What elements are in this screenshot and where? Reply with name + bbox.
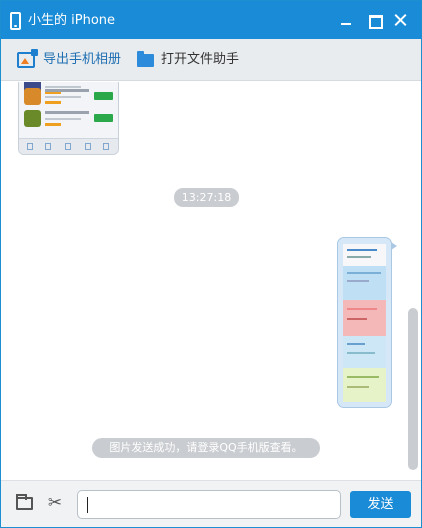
- thumbnail-browser-bar: [19, 138, 118, 154]
- toolbar: 导出手机相册 打开文件助手: [1, 39, 421, 81]
- close-icon[interactable]: [391, 10, 411, 30]
- chat-scrollbar[interactable]: [408, 308, 418, 470]
- thumbnail-app-row: [24, 109, 113, 130]
- send-success-notice: 图片发送成功，请登录QQ手机版查看。: [92, 438, 320, 458]
- folder-icon[interactable]: [16, 494, 33, 510]
- chat-window: 小生的 iPhone 导出手机相册 打开文件助手 13:27:18 图片发送成功…: [0, 0, 422, 528]
- minimize-icon[interactable]: [337, 10, 357, 30]
- sent-image-bubble[interactable]: [337, 237, 397, 408]
- input-bar: ✂ 发送: [1, 480, 421, 527]
- window-title: 小生的 iPhone: [28, 13, 116, 28]
- export-album-button[interactable]: 导出手机相册: [17, 49, 121, 71]
- export-photo-icon: [17, 49, 38, 68]
- message-input-box[interactable]: [77, 490, 341, 519]
- maximize-icon[interactable]: [365, 10, 385, 30]
- thumbnail-app-row: [24, 87, 113, 108]
- title-bar[interactable]: 小生的 iPhone: [1, 1, 421, 39]
- open-file-assistant-label: 打开文件助手: [161, 52, 240, 67]
- chat-area[interactable]: 13:27:18 图片发送成功，请登录QQ手机版查看。: [1, 82, 421, 480]
- phone-icon: [10, 12, 21, 30]
- received-image-thumbnail[interactable]: [18, 82, 119, 155]
- open-file-assistant-button[interactable]: 打开文件助手: [137, 49, 239, 71]
- export-album-label: 导出手机相册: [43, 52, 122, 67]
- message-input[interactable]: [78, 491, 340, 518]
- scissors-icon[interactable]: ✂: [45, 493, 65, 513]
- send-button[interactable]: 发送: [350, 491, 411, 518]
- message-timestamp: 13:27:18: [174, 188, 239, 207]
- text-cursor: [87, 497, 88, 513]
- folder-icon: [137, 50, 154, 67]
- sent-image-thumbnail[interactable]: [343, 244, 386, 402]
